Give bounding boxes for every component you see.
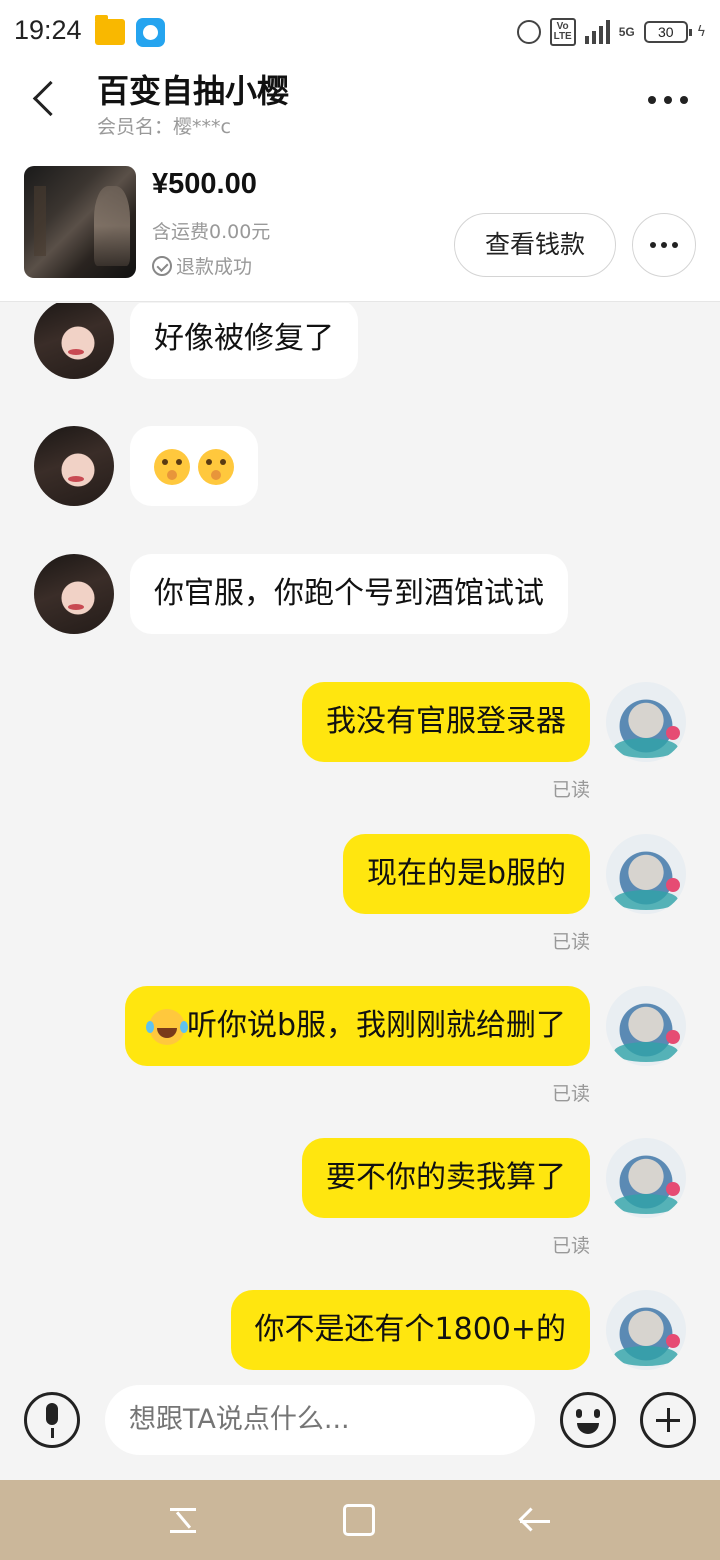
avatar[interactable] — [606, 682, 686, 762]
message-bubble-outgoing[interactable]: 听你说b服，我刚刚就给删了 — [124, 986, 590, 1066]
product-thumbnail[interactable] — [24, 166, 136, 278]
shushing-face-emoji-icon — [198, 448, 234, 485]
input-bar — [0, 1370, 720, 1480]
more-options-button[interactable] — [640, 82, 696, 118]
message-text: 要不你的卖我算了 — [326, 1160, 566, 1195]
message-text: 现在的是b服的 — [366, 856, 566, 891]
avatar[interactable] — [606, 1290, 686, 1370]
chat-messages[interactable]: 好像被修复了 你官服，你跑个号到酒馆试试 我没有官服登录器 已读 现在的是b服的… — [0, 303, 720, 1370]
avatar[interactable] — [34, 426, 114, 506]
chat-header: 百变自抽小樱 会员名：樱***c — [0, 62, 720, 152]
message-text: 好像被修复了 — [154, 321, 334, 356]
read-receipt: 已读 — [551, 779, 590, 801]
message-text: 我没有官服登录器 — [326, 704, 566, 739]
home-icon[interactable] — [343, 1504, 375, 1536]
alarm-icon — [516, 20, 541, 44]
back-button[interactable] — [22, 76, 70, 124]
avatar[interactable] — [34, 303, 114, 379]
emoji-button[interactable] — [560, 1392, 616, 1448]
product-card[interactable]: ¥500.00 含运费0.00元 退款成功 查看钱款 — [0, 152, 720, 302]
recent-apps-icon[interactable] — [166, 1502, 200, 1538]
avatar[interactable] — [606, 1138, 686, 1218]
shipping-info: 含运费0.00元 — [152, 221, 271, 243]
message-text: 你官服，你跑个号到酒馆试试 — [154, 576, 544, 611]
add-attachment-button[interactable] — [640, 1392, 696, 1448]
refund-status: 退款成功 — [152, 252, 252, 279]
avatar[interactable] — [606, 834, 686, 914]
read-receipt: 已读 — [551, 931, 590, 953]
read-receipt: 已读 — [551, 1083, 590, 1105]
message-bubble-outgoing[interactable]: 现在的是b服的 — [342, 834, 590, 914]
read-receipt: 已读 — [551, 1235, 590, 1257]
folder-icon — [95, 15, 125, 45]
product-more-button[interactable] — [632, 213, 696, 277]
product-price: ¥500.00 — [152, 168, 257, 200]
member-name: 会员名：樱***c — [97, 116, 231, 138]
back-arrow-icon[interactable] — [518, 1506, 552, 1536]
signal-icon — [584, 20, 610, 44]
shushing-face-emoji-icon — [154, 448, 190, 485]
charging-icon: ϟ — [696, 24, 706, 40]
system-nav-bar — [0, 1480, 720, 1560]
avatar[interactable] — [34, 554, 114, 634]
message-bubble-incoming[interactable]: 你官服，你跑个号到酒馆试试 — [130, 554, 568, 634]
check-circle-icon — [152, 255, 172, 276]
status-icons: Vo LTE 5G 30 ϟ — [516, 14, 706, 50]
message-text: 你不是还有个1800+的 — [254, 1312, 566, 1347]
network-type: 5G — [618, 25, 635, 39]
avatar[interactable] — [606, 986, 686, 1066]
view-money-button[interactable]: 查看钱款 — [454, 213, 616, 277]
message-bubble-incoming[interactable]: 好像被修复了 — [130, 303, 358, 379]
message-input[interactable] — [105, 1385, 535, 1455]
message-bubble-outgoing[interactable]: 我没有官服登录器 — [302, 682, 590, 762]
battery-icon: 30 — [643, 21, 692, 43]
message-text: 听你说b服，我刚刚就给删了 — [186, 1008, 566, 1043]
volte-icon: Vo LTE — [549, 18, 576, 46]
status-time: 19:24 — [14, 15, 82, 45]
chat-title: 百变自抽小樱 — [97, 72, 290, 110]
status-bar: 19:24 Vo LTE 5G 30 ϟ — [0, 0, 720, 62]
message-bubble-outgoing[interactable]: 要不你的卖我算了 — [302, 1138, 590, 1218]
voice-input-button[interactable] — [24, 1392, 80, 1448]
refund-status-label: 退款成功 — [176, 256, 253, 278]
message-bubble-incoming[interactable] — [130, 426, 258, 506]
app-icon — [136, 18, 165, 47]
tears-of-joy-emoji-icon — [145, 1008, 185, 1045]
message-bubble-outgoing[interactable]: 你不是还有个1800+的 — [230, 1290, 590, 1370]
